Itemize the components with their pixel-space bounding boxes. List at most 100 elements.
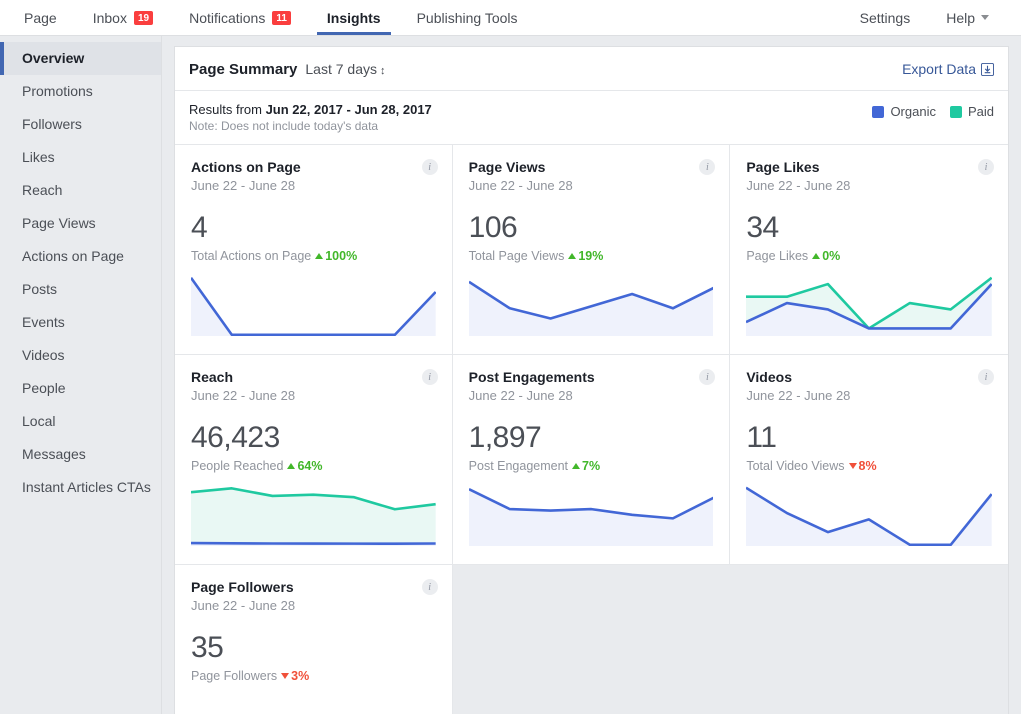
metric-card-value: 35 (191, 631, 436, 665)
main-content: Page Summary Last 7 days↕ Export Data (162, 36, 1021, 714)
metric-card-title: Page Likes (746, 159, 992, 175)
metric-card-page-likes[interactable]: Page Likes June 22 - June 28 34 Page Likes 0… (730, 145, 1008, 355)
nav-tab-publishing-tools[interactable]: Publishing Tools (399, 0, 536, 35)
metric-card-label: Page Likes (746, 249, 808, 263)
metric-card-value: 46,423 (191, 421, 436, 455)
metric-card-delta: 7% (572, 459, 600, 473)
sidebar-item-videos[interactable]: Videos (0, 339, 161, 372)
metric-card-delta: 19% (568, 249, 603, 263)
metric-card-value: 4 (191, 211, 436, 245)
metric-card-date-range: June 22 - June 28 (746, 178, 992, 193)
top-nav-right: Settings Help (842, 0, 1007, 35)
sidebar-item-local[interactable]: Local (0, 405, 161, 438)
metric-card-value: 34 (746, 211, 992, 245)
metric-card-delta-value: 3% (291, 669, 309, 683)
metric-card-value: 11 (746, 421, 992, 455)
metric-card-subline: Page Followers 3% (191, 669, 436, 683)
results-prefix: Results from (189, 102, 266, 117)
sidebar-item-events[interactable]: Events (0, 306, 161, 339)
info-icon[interactable]: i (422, 369, 438, 385)
metric-card-sparkline (191, 274, 436, 336)
metric-card-post-engagements[interactable]: Post EngagementsJune 22 - June 281,897Po… (453, 355, 731, 565)
sidebar-item-posts[interactable]: Posts (0, 273, 161, 306)
nav-badge-inbox: 19 (134, 11, 153, 25)
nav-tab-inbox[interactable]: Inbox 19 (75, 0, 171, 35)
sparkline-line-organic (191, 543, 436, 544)
updown-arrow-icon: ↕ (380, 65, 386, 77)
metric-card-page-views[interactable]: Page ViewsJune 22 - June 28106Total Page… (453, 145, 731, 355)
metric-card-title: Page Followers (191, 579, 436, 595)
legend-swatch-organic (872, 106, 884, 118)
triangle-down-icon (849, 463, 857, 469)
metric-card-delta: 8% (849, 459, 877, 473)
metric-card-subline: People Reached64% (191, 459, 436, 473)
sidebar-item-reach[interactable]: Reach (0, 174, 161, 207)
nav-tab-label: Publishing Tools (417, 10, 518, 26)
metric-card-actions-on-page[interactable]: Actions on PageJune 22 - June 284Total A… (175, 145, 453, 355)
metric-card-delta-value: 64% (297, 459, 322, 473)
nav-tab-page[interactable]: Page (6, 0, 75, 35)
info-icon[interactable]: i (978, 369, 994, 385)
page-title: Page Summary (189, 61, 297, 78)
metric-card-subline: Total Video Views 8% (746, 459, 992, 473)
metric-card-date-range: June 22 - June 28 (191, 598, 436, 613)
nav-tab-notifications[interactable]: Notifications 11 (171, 0, 309, 35)
metric-card-reach[interactable]: ReachJune 22 - June 2846,423People Reach… (175, 355, 453, 565)
metric-card-title: Reach (191, 369, 436, 385)
sidebar-item-page-views[interactable]: Page Views (0, 207, 161, 240)
metric-card-date-range: June 22 - June 28 (191, 178, 436, 193)
metric-card-label: Post Engagement (469, 459, 568, 473)
info-icon[interactable]: i (422, 159, 438, 175)
empty-grid-cell (730, 565, 1008, 714)
export-data-button[interactable]: Export Data (902, 61, 994, 77)
metric-card-label: Total Actions on Page (191, 249, 311, 263)
download-icon (981, 63, 994, 76)
top-navigation: Page Inbox 19 Notifications 11 Insights Publis… (0, 0, 1021, 36)
sparkline-area-organic (746, 488, 992, 546)
nav-help-button[interactable]: Help (928, 0, 1007, 35)
metric-card-subline: Total Page Views19% (469, 249, 714, 263)
metric-card-delta: 0% (812, 249, 840, 263)
triangle-up-icon (315, 253, 323, 259)
metric-card-videos[interactable]: VideosJune 22 - June 2811Total Video Vie… (730, 355, 1008, 565)
sidebar-item-instant-articles-ctas[interactable]: Instant Articles CTAs (0, 471, 161, 504)
sidebar-item-promotions[interactable]: Promotions (0, 75, 161, 108)
metric-card-label: Total Page Views (469, 249, 565, 263)
metric-card-delta: 100% (315, 249, 357, 263)
info-icon[interactable]: i (422, 579, 438, 595)
export-data-label: Export Data (902, 61, 976, 77)
metric-card-page-followers[interactable]: Page Followers June 22 - June 28 35 Page Fo… (175, 565, 453, 714)
chart-legend: OrganicPaid (872, 101, 994, 119)
sidebar-item-followers[interactable]: Followers (0, 108, 161, 141)
metric-card-sparkline (746, 484, 992, 546)
sparkline-area-paid (191, 488, 436, 546)
nav-tab-label: Page (24, 10, 57, 26)
legend-item-organic: Organic (872, 104, 936, 119)
nav-badge-notifications: 11 (272, 11, 291, 25)
metric-card-label: Page Followers (191, 669, 277, 683)
nav-settings-label: Settings (860, 10, 911, 26)
nav-tab-label: Notifications (189, 10, 265, 26)
sidebar-item-overview[interactable]: Overview (0, 42, 161, 75)
triangle-up-icon (287, 463, 295, 469)
sidebar-item-messages[interactable]: Messages (0, 438, 161, 471)
nav-tab-label: Inbox (93, 10, 127, 26)
triangle-up-icon (572, 463, 580, 469)
metric-card-sparkline (746, 274, 992, 336)
sidebar-item-likes[interactable]: Likes (0, 141, 161, 174)
legend-swatch-paid (950, 106, 962, 118)
metric-card-date-range: June 22 - June 28 (746, 388, 992, 403)
nav-tab-insights[interactable]: Insights (309, 0, 399, 35)
metric-card-label: Total Video Views (746, 459, 844, 473)
info-icon[interactable]: i (978, 159, 994, 175)
sidebar-item-people[interactable]: People (0, 372, 161, 405)
sparkline-line-organic (191, 278, 436, 335)
metric-card-delta: 64% (287, 459, 322, 473)
nav-settings-button[interactable]: Settings (842, 0, 929, 35)
results-note: Note: Does not include today's data (189, 118, 432, 134)
date-range-selector[interactable]: Last 7 days↕ (305, 61, 385, 77)
metric-card-date-range: June 22 - June 28 (469, 388, 714, 403)
empty-grid-cell (453, 565, 731, 714)
metric-card-delta-value: 8% (859, 459, 877, 473)
sidebar-item-actions-on-page[interactable]: Actions on Page (0, 240, 161, 273)
